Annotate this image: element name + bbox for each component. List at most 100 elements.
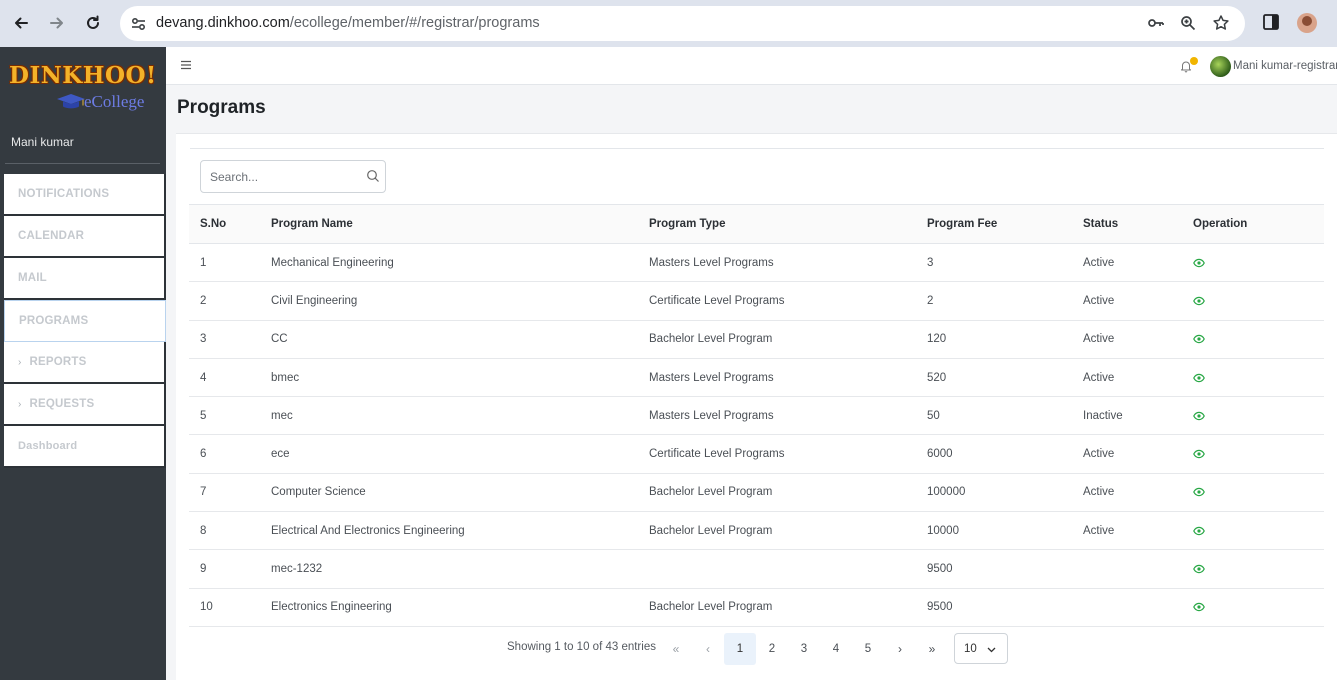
chevron-down-icon — [987, 647, 996, 653]
cell-program-fee: 10000 — [927, 524, 959, 537]
last-page-button[interactable]: » — [916, 633, 948, 665]
sidebar-item-calendar[interactable]: CALENDAR — [4, 216, 166, 258]
reload-icon[interactable] — [82, 12, 104, 34]
sidebar-item-requests[interactable]: › REQUESTS — [4, 384, 166, 426]
column-header-program-fee[interactable]: Program Fee — [927, 205, 1083, 244]
cell-program-fee: 520 — [927, 371, 947, 384]
table-row: 6 ece Certificate Level Programs 6000 Active — [189, 435, 1324, 474]
eye-icon[interactable] — [1193, 601, 1205, 613]
cell-operation — [1193, 512, 1324, 550]
avatar[interactable] — [1210, 56, 1231, 77]
cell-status: Active — [1083, 448, 1115, 461]
cell-program-type: Bachelor Level Program — [649, 524, 773, 537]
hamburger-icon[interactable] — [180, 59, 192, 71]
sidebar-item-reports[interactable]: › REPORTS — [4, 342, 166, 384]
eye-icon[interactable] — [1193, 525, 1205, 537]
eye-icon[interactable] — [1193, 410, 1205, 422]
cell-sno: 9 — [200, 563, 207, 576]
cell-operation — [1193, 282, 1324, 320]
eye-icon[interactable] — [1193, 295, 1205, 307]
next-page-button[interactable]: › — [884, 633, 916, 665]
cell-program-fee: 6000 — [927, 448, 953, 461]
cell-program-name: Computer Science — [271, 486, 366, 499]
address-bar[interactable]: devang.dinkhoo.com/ecollege/member/#/reg… — [120, 6, 1245, 41]
table-row: 4 bmec Masters Level Programs 520 Active — [189, 358, 1324, 397]
sidebar-user-name: Mani kumar — [11, 135, 74, 149]
table-row: 8 Electrical And Electronics Engineering B… — [189, 512, 1324, 550]
column-header-program-name[interactable]: Program Name — [271, 205, 649, 244]
page-button-4[interactable]: 4 — [820, 633, 852, 665]
page-button-1[interactable]: 1 — [724, 633, 756, 665]
site-settings-icon[interactable] — [130, 15, 148, 33]
eye-icon[interactable] — [1193, 333, 1205, 345]
column-header-sno[interactable]: S.No — [189, 205, 271, 244]
eye-icon[interactable] — [1193, 486, 1205, 498]
cell-program-type: Masters Level Programs — [649, 256, 774, 269]
eye-icon[interactable] — [1193, 448, 1205, 460]
search-box — [200, 160, 386, 193]
cell-sno: 7 — [200, 486, 207, 499]
search-input[interactable] — [202, 162, 362, 191]
cell-operation — [1193, 397, 1324, 435]
eye-icon[interactable] — [1193, 372, 1205, 384]
side-panel-icon[interactable] — [1261, 12, 1281, 32]
sidebar-item-label: NOTIFICATIONS — [18, 188, 110, 200]
column-header-operation: Operation — [1193, 218, 1248, 230]
zoom-icon[interactable] — [1179, 14, 1197, 32]
cell-program-fee: 120 — [927, 333, 947, 346]
table-header-row: S.No Program Name Program Type Program F… — [189, 204, 1324, 244]
page-size-select[interactable]: 10 — [954, 633, 1008, 664]
sidebar-menu: NOTIFICATIONS CALENDAR MAIL PROGRAMS › RE… — [4, 174, 166, 468]
cell-status: Active — [1083, 256, 1115, 269]
prev-page-button[interactable]: ‹ — [692, 633, 724, 665]
forward-icon[interactable] — [46, 12, 68, 34]
cell-operation — [1193, 435, 1324, 473]
first-page-button[interactable]: « — [660, 633, 692, 665]
cell-program-type: Bachelor Level Program — [649, 601, 773, 614]
page-button-3[interactable]: 3 — [788, 633, 820, 665]
dinkhoo-logo[interactable]: DINKHOO! eCollege — [8, 62, 158, 114]
page-button-5[interactable]: 5 — [852, 633, 884, 665]
cell-sno: 8 — [200, 524, 207, 537]
cell-sno: 5 — [200, 409, 207, 422]
table-row: 3 CC Bachelor Level Program 120 Active — [189, 320, 1324, 359]
eye-icon[interactable] — [1193, 563, 1205, 575]
cell-program-name: CC — [271, 333, 288, 346]
cell-status: Active — [1083, 371, 1115, 384]
column-header-status[interactable]: Status — [1083, 205, 1193, 244]
eye-icon[interactable] — [1193, 257, 1205, 269]
logo-subtitle: eCollege — [84, 92, 145, 111]
cell-operation — [1193, 550, 1324, 588]
cell-program-name: bmec — [271, 371, 300, 384]
cell-program-type: Bachelor Level Program — [649, 333, 773, 346]
profile-avatar[interactable] — [1297, 13, 1317, 33]
pagination-info: Showing 1 to 10 of 43 entries — [507, 641, 656, 653]
cell-program-type: Masters Level Programs — [649, 409, 774, 422]
cell-sno: 3 — [200, 333, 207, 346]
page-button-2[interactable]: 2 — [756, 633, 788, 665]
sidebar-item-label: REQUESTS — [29, 398, 95, 410]
cell-status: Active — [1083, 486, 1115, 499]
cell-program-type — [649, 550, 927, 588]
sidebar-item-mail[interactable]: MAIL — [4, 258, 166, 300]
table-row: 9 mec-1232 9500 — [189, 550, 1324, 589]
column-header-program-type[interactable]: Program Type — [649, 205, 927, 244]
sidebar-item-dashboard[interactable]: Dashboard — [4, 426, 166, 468]
back-icon[interactable] — [10, 12, 32, 34]
sidebar-item-programs[interactable]: PROGRAMS — [4, 300, 166, 342]
key-icon[interactable] — [1147, 14, 1165, 32]
sidebar-item-notifications[interactable]: NOTIFICATIONS — [4, 174, 166, 216]
cell-status — [1083, 588, 1193, 626]
cell-sno: 1 — [200, 256, 207, 269]
notification-dot — [1190, 57, 1198, 65]
cell-program-type: Certificate Level Programs — [649, 294, 785, 307]
bookmark-star-icon[interactable] — [1212, 14, 1230, 32]
sidebar: DINKHOO! eCollege Mani kumar NOTIFICATIO… — [0, 47, 166, 680]
cell-operation — [1193, 473, 1324, 511]
cell-program-name: Electronics Engineering — [271, 601, 392, 614]
header-user-label[interactable]: Mani kumar-registrar — [1233, 60, 1337, 72]
search-icon[interactable] — [366, 169, 380, 183]
cell-program-name: ece — [271, 448, 290, 461]
url-text[interactable]: devang.dinkhoo.com/ecollege/member/#/reg… — [156, 15, 540, 31]
cell-operation — [1193, 588, 1324, 626]
